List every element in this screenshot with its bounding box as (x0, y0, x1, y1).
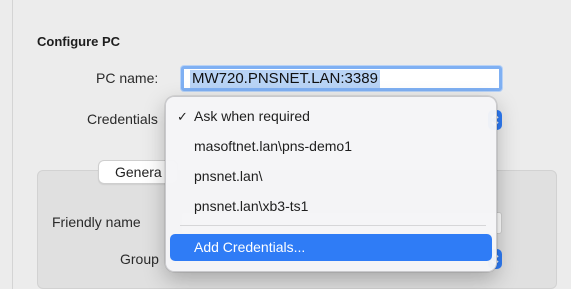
menu-item-add-credentials[interactable]: Add Credentials... (170, 234, 492, 261)
menu-item-masoftnet-pns-demo1[interactable]: masoftnet.lan\pns-demo1 (170, 133, 492, 160)
credentials-menu: ✓ Ask when required masoftnet.lan\pns-de… (165, 96, 497, 272)
menu-item-label: pnsnet.lan\xb3-ts1 (194, 198, 309, 214)
page-title: Configure PC (37, 34, 121, 49)
menu-item-label: Add Credentials... (194, 239, 306, 255)
menu-item-ask-when-required[interactable]: ✓ Ask when required (170, 103, 492, 130)
menu-item-label: masoftnet.lan\pns-demo1 (194, 138, 352, 154)
menu-item-pnsnet[interactable]: pnsnet.lan\ (170, 163, 492, 190)
pc-name-label: PC name: (96, 70, 159, 86)
friendly-name-label: Friendly name (52, 214, 141, 230)
window-edge (12, 0, 13, 289)
credentials-label: Credentials (87, 111, 158, 127)
checkmark-icon: ✓ (177, 109, 188, 124)
pc-name-input[interactable]: MW720.PNSNET.LAN:3389 (181, 66, 502, 91)
configure-pc-window: Configure PC PC name: MW720.PNSNET.LAN:3… (0, 0, 571, 289)
menu-item-label: Ask when required (194, 108, 310, 124)
group-label: Group (120, 251, 159, 267)
menu-item-label: pnsnet.lan\ (194, 168, 263, 184)
menu-item-pnsnet-xb3-ts1[interactable]: pnsnet.lan\xb3-ts1 (170, 193, 492, 220)
menu-separator (180, 225, 486, 226)
pc-name-value: MW720.PNSNET.LAN:3389 (190, 69, 380, 88)
